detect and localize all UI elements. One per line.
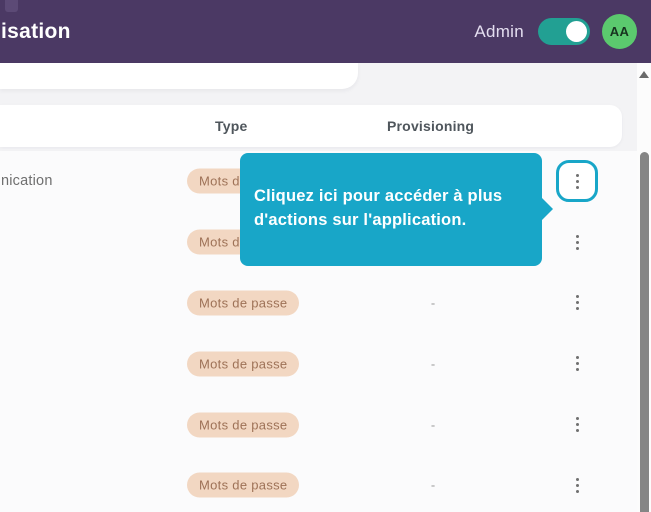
app-name: nication xyxy=(1,173,53,190)
kebab-menu-icon xyxy=(575,295,579,311)
type-badge: Mots de passe xyxy=(187,412,300,438)
admin-mode-toggle[interactable] xyxy=(538,18,590,45)
provisioning-value: - xyxy=(430,477,436,493)
table-header: Type Provisioning xyxy=(0,105,622,147)
tooltip-arrow-icon xyxy=(541,197,553,222)
type-badge: Mots de passe xyxy=(187,351,300,377)
kebab-menu-icon xyxy=(575,173,579,189)
table-row: Mots de passe - xyxy=(0,394,637,455)
search-bar-partial[interactable] xyxy=(0,63,358,89)
column-header-provisioning: Provisioning xyxy=(387,118,475,134)
row-actions-button[interactable] xyxy=(565,413,589,437)
column-header-type: Type xyxy=(215,118,248,134)
app-header-bar: isation Admin AA xyxy=(0,0,651,63)
kebab-menu-icon xyxy=(575,477,579,493)
table-row: Mots de passe - xyxy=(0,455,637,512)
page-title: isation xyxy=(1,19,71,43)
provisioning-value: - xyxy=(430,295,436,311)
app-window: isation Admin AA Type Provisioning nicat… xyxy=(0,0,651,512)
type-badge: Mots de passe xyxy=(187,290,300,316)
row-actions-button[interactable] xyxy=(565,473,589,497)
toggle-knob xyxy=(566,21,587,42)
avatar[interactable]: AA xyxy=(602,14,637,49)
vertical-scrollbar xyxy=(637,63,651,512)
admin-label: Admin xyxy=(474,21,524,41)
coachmark-tooltip: Cliquez ici pour accéder à plus d'action… xyxy=(240,153,553,266)
kebab-menu-icon xyxy=(575,417,579,433)
row-actions-button[interactable] xyxy=(565,291,589,315)
provisioning-value: - xyxy=(430,356,436,372)
kebab-menu-icon xyxy=(575,356,579,372)
highlighted-actions-button[interactable] xyxy=(556,160,598,203)
header-right-controls: Admin AA xyxy=(474,0,637,63)
row-actions-button[interactable] xyxy=(565,230,589,254)
provisioning-value: - xyxy=(430,417,436,433)
row-actions-button[interactable] xyxy=(565,352,589,376)
table-row: Mots de passe - xyxy=(0,273,637,334)
tooltip-text: Cliquez ici pour accéder à plus d'action… xyxy=(254,187,503,229)
table-row: Mots de passe - xyxy=(0,333,637,394)
up-arrow-icon[interactable] xyxy=(639,71,649,78)
scrollbar-thumb[interactable] xyxy=(639,152,649,512)
type-badge: Mots de passe xyxy=(187,472,300,498)
kebab-menu-icon xyxy=(575,234,579,250)
